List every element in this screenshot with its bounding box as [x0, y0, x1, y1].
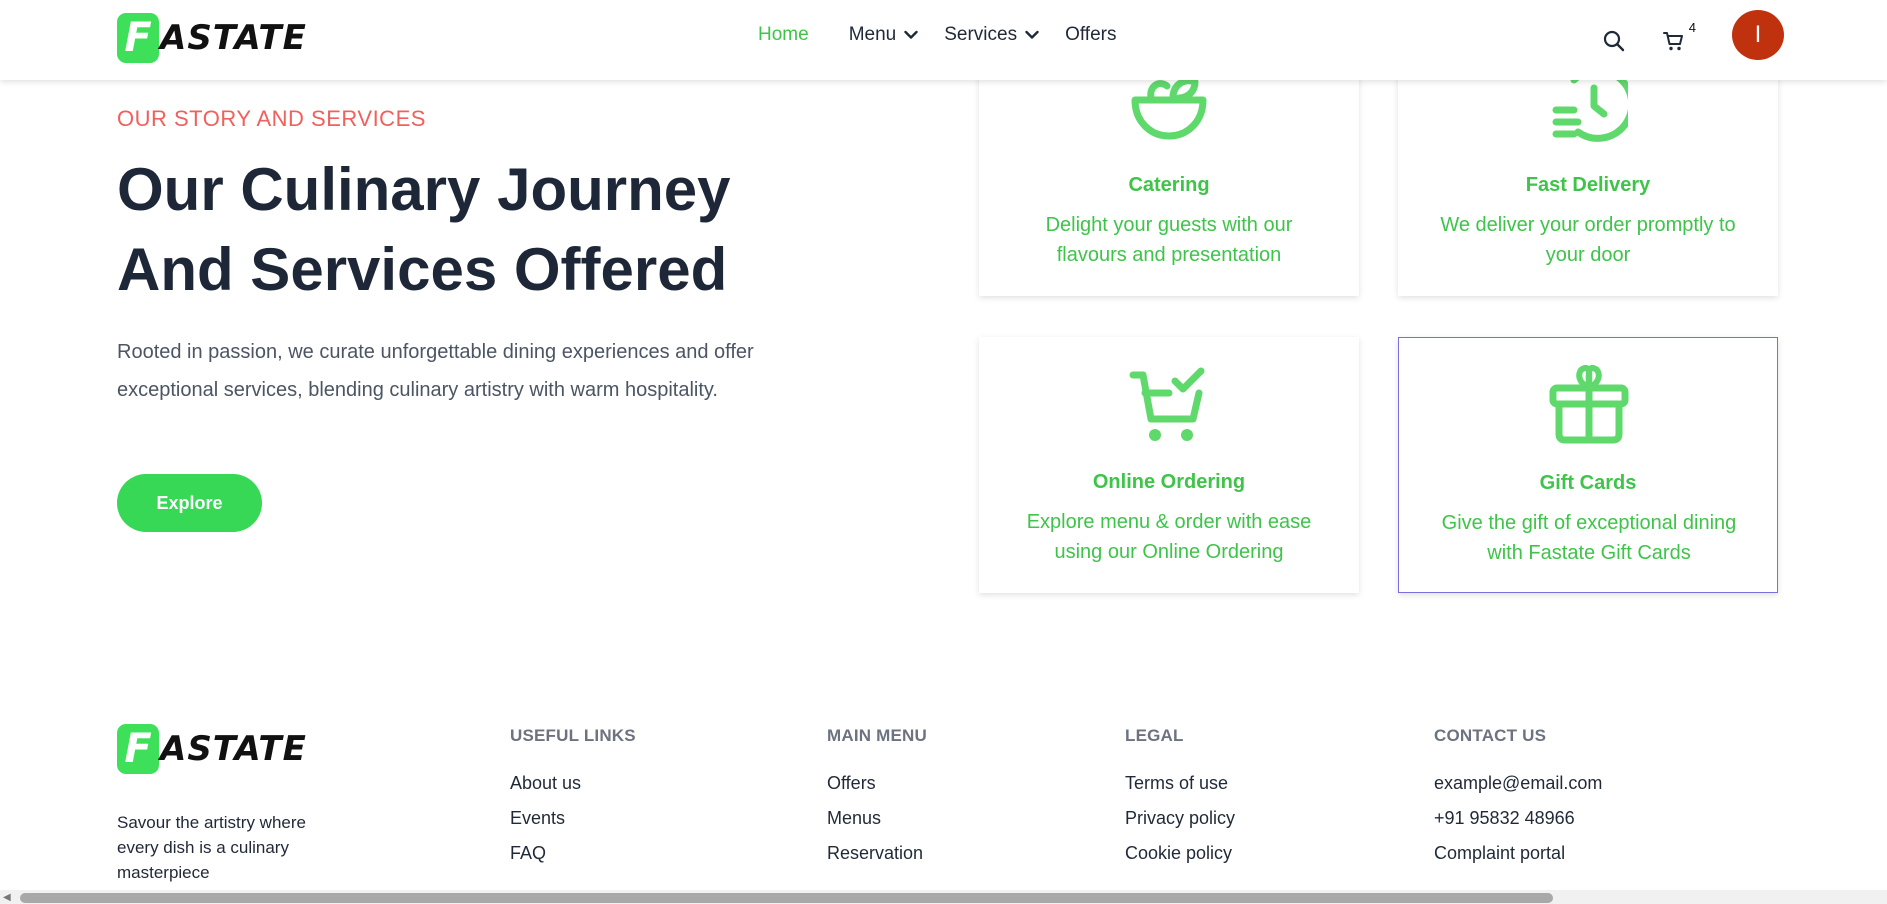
scroll-left-arrow-icon[interactable]: ◀ [3, 892, 11, 903]
title-line-1: Our Culinary Journey [117, 156, 731, 223]
service-title: Online Ordering [1092, 471, 1246, 493]
footer-link-events[interactable]: Events [510, 801, 636, 836]
footer-link-reservation[interactable]: Reservation [827, 836, 927, 871]
horizontal-scrollbar[interactable]: ◀ [0, 890, 1887, 904]
page-title: Our Culinary Journey And Services Offere… [117, 150, 817, 310]
footer-link-about-us[interactable]: About us [510, 766, 636, 801]
main-nav: Home Menu Services Offers [758, 24, 1116, 46]
title-line-2: And Services Offered [117, 236, 728, 303]
footer-heading: LEGAL [1125, 726, 1184, 745]
avatar[interactable]: I [1732, 10, 1784, 60]
nav-services-label: Services [944, 24, 1018, 45]
footer-link-privacy[interactable]: Privacy policy [1125, 801, 1235, 836]
footer-link-menus[interactable]: Menus [827, 801, 927, 836]
footer-column-contact-us: CONTACT US example@email.com +91 95832 4… [1434, 726, 1602, 871]
chevron-down-icon [1025, 30, 1039, 39]
service-description: Delight your guests with our flavours an… [1045, 214, 1293, 266]
logo-text: ASTATE [160, 729, 307, 769]
cart-check-icon [1129, 367, 1205, 441]
section-eyebrow: OUR STORY AND SERVICES [117, 106, 426, 131]
header-actions: 4 I [1598, 10, 1784, 60]
logo-badge: F [117, 13, 159, 63]
footer-link-faq[interactable]: FAQ [510, 836, 636, 871]
footer-link-terms[interactable]: Terms of use [1125, 766, 1235, 801]
nav-menu[interactable]: Menu [849, 24, 919, 46]
footer-heading: USEFUL LINKS [510, 726, 636, 745]
scrollbar-thumb[interactable] [20, 893, 1553, 903]
explore-button[interactable]: Explore [117, 474, 262, 532]
search-button[interactable] [1598, 25, 1630, 57]
gift-icon [1549, 365, 1629, 444]
nav-offers[interactable]: Offers [1065, 24, 1116, 46]
footer-link-email[interactable]: example@email.com [1434, 766, 1602, 801]
nav-home-label: Home [758, 24, 809, 45]
service-title: Fast Delivery [1525, 174, 1651, 196]
nav-menu-label: Menu [848, 24, 897, 45]
nav-offers-label: Offers [1065, 24, 1117, 45]
cart-icon [1663, 32, 1683, 51]
footer-link-cookie[interactable]: Cookie policy [1125, 836, 1235, 871]
cart-button[interactable]: 4 [1658, 20, 1696, 57]
service-card-gift-cards[interactable]: Gift Cards Give the gift of exceptional … [1398, 337, 1778, 593]
footer-logo[interactable]: F ASTATE [117, 724, 307, 774]
footer-link-phone[interactable]: +91 95832 48966 [1434, 801, 1602, 836]
chevron-down-icon [904, 30, 918, 39]
logo-text: ASTATE [160, 18, 307, 58]
service-title: Gift Cards [1539, 472, 1637, 494]
footer-tagline: Savour the artistry where every dish is … [117, 813, 306, 882]
service-description: Give the gift of exceptional dining with… [1441, 512, 1737, 564]
logo[interactable]: F ASTATE [117, 12, 307, 64]
service-description: We deliver your order promptly to your d… [1440, 214, 1736, 266]
footer-link-complaint-portal[interactable]: Complaint portal [1434, 836, 1602, 871]
footer-link-offers[interactable]: Offers [827, 766, 927, 801]
footer-column-legal: LEGAL Terms of use Privacy policy Cookie… [1125, 726, 1235, 871]
service-card-online-ordering[interactable]: Online Ordering Explore menu & order wit… [979, 337, 1359, 593]
service-title: Catering [1128, 174, 1210, 196]
footer-heading: CONTACT US [1434, 726, 1547, 745]
cart-count-badge: 4 [1688, 20, 1696, 35]
footer-heading: MAIN MENU [827, 726, 928, 745]
hero-description: Rooted in passion, we curate unforgettab… [117, 341, 754, 401]
site-header: F ASTATE Home Menu Services Offers 4 I [0, 0, 1887, 80]
service-description: Explore menu & order with ease using our… [1026, 511, 1312, 563]
search-icon [1603, 30, 1625, 52]
nav-services[interactable]: Services [944, 24, 1039, 46]
footer-column-main-menu: MAIN MENU Offers Menus Reservation [827, 726, 927, 871]
nav-home[interactable]: Home [758, 24, 809, 46]
logo-badge: F [117, 724, 159, 774]
footer-column-useful-links: USEFUL LINKS About us Events FAQ [510, 726, 636, 871]
